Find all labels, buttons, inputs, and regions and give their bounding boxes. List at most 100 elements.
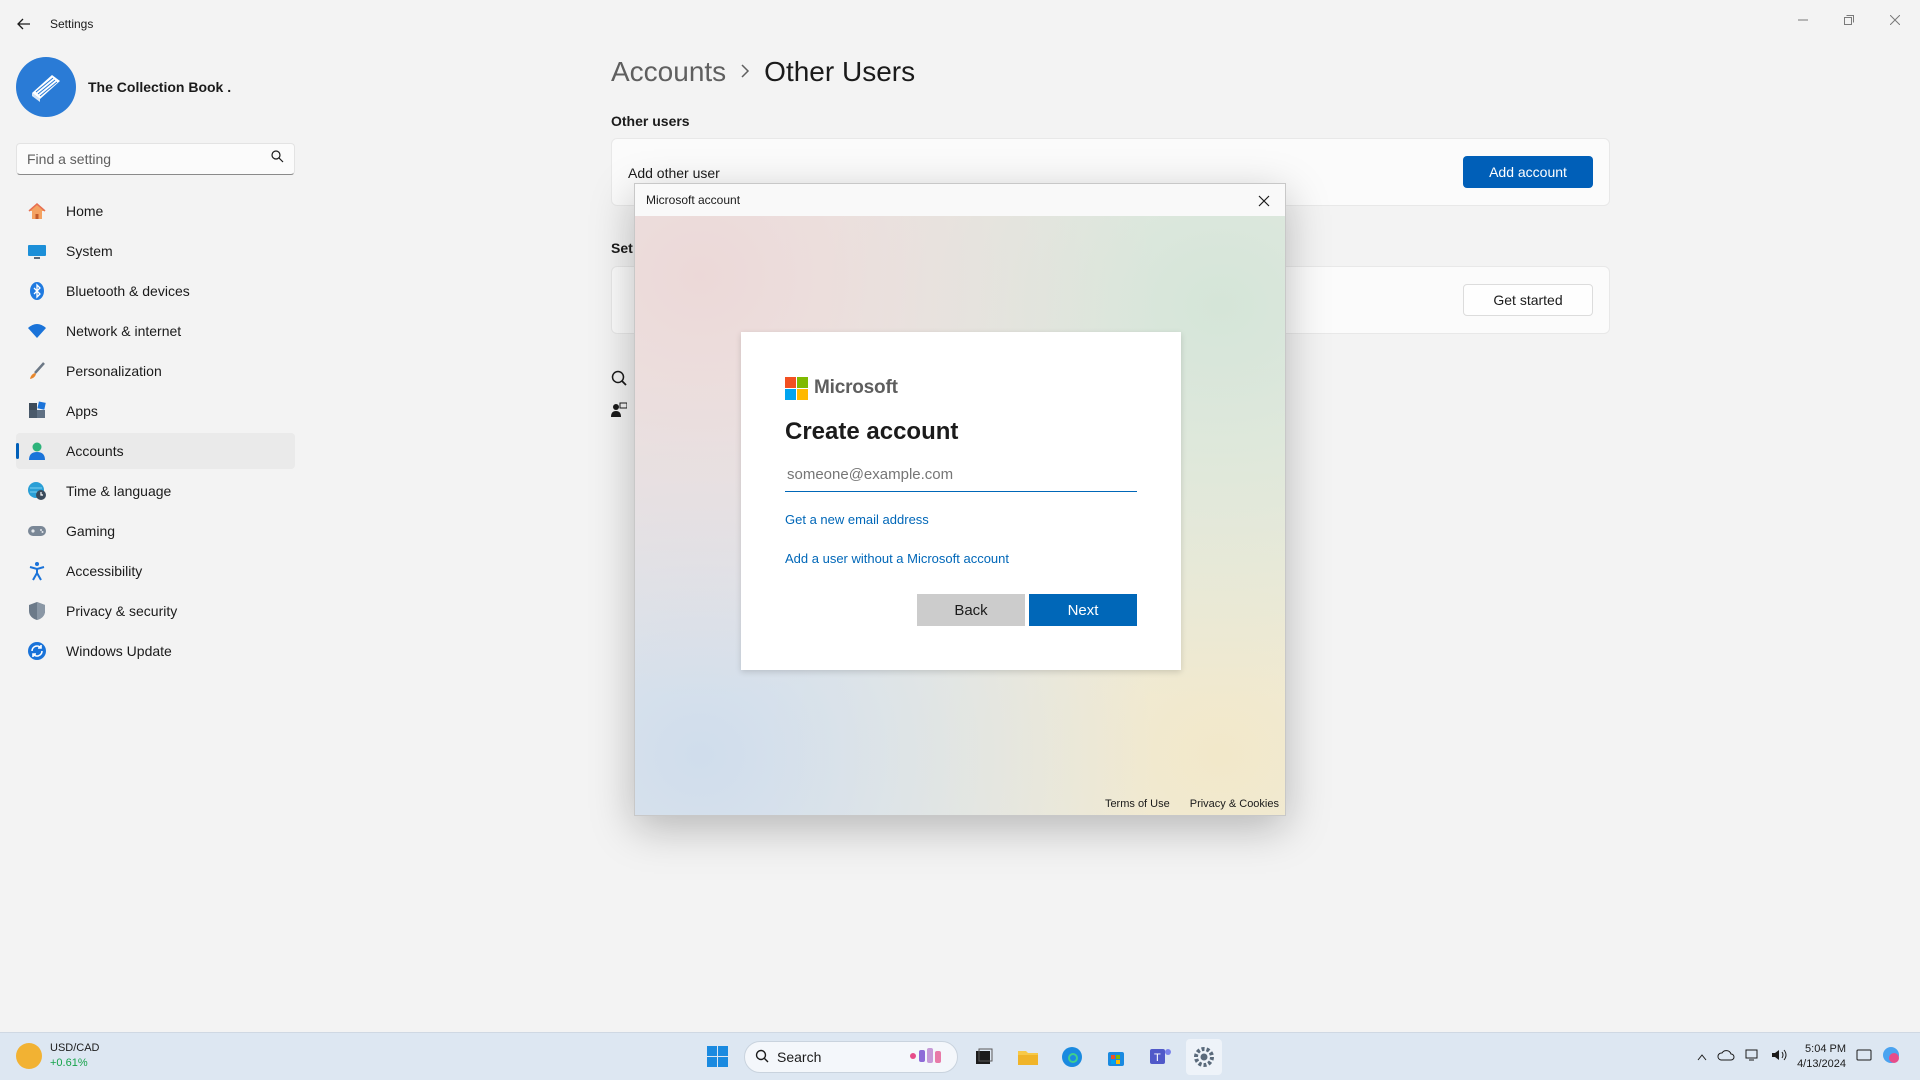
sidebar-item-bluetooth[interactable]: Bluetooth & devices <box>16 273 295 309</box>
sidebar-item-home[interactable]: Home <box>16 193 295 229</box>
dialog-title-bar: Microsoft account <box>635 184 1285 216</box>
taskbar-center: Search T <box>700 1039 1222 1075</box>
get-new-email-link[interactable]: Get a new email address <box>785 512 1137 527</box>
brush-icon <box>26 360 48 382</box>
get-started-button[interactable]: Get started <box>1463 284 1593 316</box>
add-other-user-label: Add other user <box>628 165 720 181</box>
clock-date: 4/13/2024 <box>1797 1058 1846 1070</box>
accounts-icon <box>26 440 48 462</box>
add-user-without-ms-account-link[interactable]: Add a user without a Microsoft account <box>785 551 1137 566</box>
sidebar-nav: Home System Bluetooth & devices Network … <box>16 193 295 673</box>
search-icon <box>755 1049 769 1066</box>
microsoft-wordmark: Microsoft <box>814 377 898 398</box>
microsoft-account-dialog: Microsoft account Microsoft Create accou… <box>634 183 1286 816</box>
taskbar-search[interactable]: Search <box>744 1041 958 1073</box>
apps-icon <box>26 400 48 422</box>
task-view-icon[interactable] <box>966 1039 1002 1075</box>
sidebar-item-label: Windows Update <box>66 643 172 659</box>
section-title-other-users: Other users <box>611 113 690 129</box>
sidebar-item-personalization[interactable]: Personalization <box>16 353 295 389</box>
sidebar-item-label: System <box>66 243 113 259</box>
dialog-title: Microsoft account <box>646 193 741 207</box>
restore-icon[interactable] <box>1826 4 1872 36</box>
sidebar-item-label: Bluetooth & devices <box>66 283 190 299</box>
page-title: Other Users <box>764 56 916 87</box>
get-help-icon[interactable] <box>611 370 627 386</box>
sidebar-item-accounts[interactable]: Accounts <box>16 433 295 469</box>
clock[interactable]: 5:04 PM 4/13/2024 <box>1797 1042 1846 1072</box>
globe-clock-icon <box>26 480 48 502</box>
sidebar-item-time-language[interactable]: Time & language <box>16 473 295 509</box>
section-title-set: Set <box>611 240 633 256</box>
back-button[interactable]: Back <box>917 594 1025 626</box>
next-button[interactable]: Next <box>1029 594 1137 626</box>
email-field[interactable] <box>785 458 1137 492</box>
update-icon <box>26 640 48 662</box>
home-icon <box>26 200 48 222</box>
settings-search-input[interactable] <box>27 151 271 167</box>
widget-title: USD/CAD <box>50 1042 100 1054</box>
sidebar-item-apps[interactable]: Apps <box>16 393 295 429</box>
market-widget[interactable]: USD/CAD +0.61% <box>16 1041 100 1071</box>
sidebar-item-privacy[interactable]: Privacy & security <box>16 593 295 629</box>
file-explorer-icon[interactable] <box>1010 1039 1046 1075</box>
user-profile[interactable]: The Collection Book . <box>16 56 231 118</box>
create-account-card: Microsoft Create account Get a new email… <box>741 332 1181 670</box>
sidebar-item-system[interactable]: System <box>16 233 295 269</box>
bluetooth-icon <box>26 280 48 302</box>
breadcrumb: Accounts Other Users <box>611 56 915 88</box>
privacy-cookies-link[interactable]: Privacy & Cookies <box>1190 798 1279 810</box>
add-account-button[interactable]: Add account <box>1463 156 1593 188</box>
chevron-right-icon <box>740 61 750 84</box>
system-tray: 5:04 PM 4/13/2024 <box>1697 1039 1900 1075</box>
breadcrumb-parent[interactable]: Accounts <box>611 56 726 88</box>
microsoft-logo-icon <box>785 376 808 400</box>
accessibility-icon <box>26 560 48 582</box>
widget-value: +0.61% <box>50 1057 88 1069</box>
sidebar-item-gaming[interactable]: Gaming <box>16 513 295 549</box>
sidebar-item-label: Apps <box>66 403 98 419</box>
sidebar-item-label: Personalization <box>66 363 162 379</box>
svg-text:T: T <box>1154 1052 1161 1064</box>
settings-search-box[interactable] <box>16 143 295 175</box>
profile-name: The Collection Book . <box>88 79 232 95</box>
minimize-icon[interactable] <box>1780 4 1826 36</box>
create-account-heading: Create account <box>785 418 959 445</box>
back-arrow-icon[interactable] <box>12 12 36 36</box>
copilot-icon[interactable] <box>1882 1046 1900 1069</box>
edge-icon[interactable] <box>1054 1039 1090 1075</box>
gamepad-icon <box>26 520 48 542</box>
sidebar-item-label: Home <box>66 203 104 219</box>
avatar <box>16 57 76 117</box>
close-window-icon[interactable] <box>1872 4 1918 36</box>
settings-app-icon[interactable] <box>1186 1039 1222 1075</box>
sidebar-item-network[interactable]: Network & internet <box>16 313 295 349</box>
taskbar-search-label: Search <box>777 1049 822 1065</box>
feedback-icon[interactable] <box>611 402 628 418</box>
close-icon[interactable] <box>1253 190 1275 212</box>
clock-time: 5:04 PM <box>1805 1043 1846 1055</box>
sidebar-item-label: Gaming <box>66 523 116 539</box>
start-icon[interactable] <box>700 1039 736 1075</box>
sidebar-item-label: Accessibility <box>66 563 143 579</box>
search-icon[interactable] <box>271 150 284 168</box>
teams-icon[interactable]: T <box>1142 1039 1178 1075</box>
chevron-up-icon[interactable] <box>1697 1048 1707 1066</box>
shield-icon <box>26 600 48 622</box>
dialog-buttons: Back Next <box>917 594 1137 626</box>
volume-icon[interactable] <box>1771 1048 1787 1067</box>
search-highlight-icon <box>907 1046 947 1069</box>
sidebar-item-windows-update[interactable]: Windows Update <box>16 633 295 669</box>
cloud-icon[interactable] <box>1717 1048 1735 1066</box>
sidebar-item-label: Time & language <box>66 483 172 499</box>
wifi-icon <box>26 320 48 342</box>
sidebar-item-label: Privacy & security <box>66 603 178 619</box>
store-icon[interactable] <box>1098 1039 1134 1075</box>
taskbar: USD/CAD +0.61% Search T 5:04 PM 4/13/202… <box>0 1032 1920 1080</box>
notification-icon[interactable] <box>1856 1048 1872 1067</box>
sidebar-item-accessibility[interactable]: Accessibility <box>16 553 295 589</box>
sidebar-item-label: Network & internet <box>66 323 182 339</box>
terms-of-use-link[interactable]: Terms of Use <box>1105 798 1170 810</box>
network-icon[interactable] <box>1745 1048 1761 1067</box>
dialog-footer: Terms of Use Privacy & Cookies <box>1105 798 1279 810</box>
